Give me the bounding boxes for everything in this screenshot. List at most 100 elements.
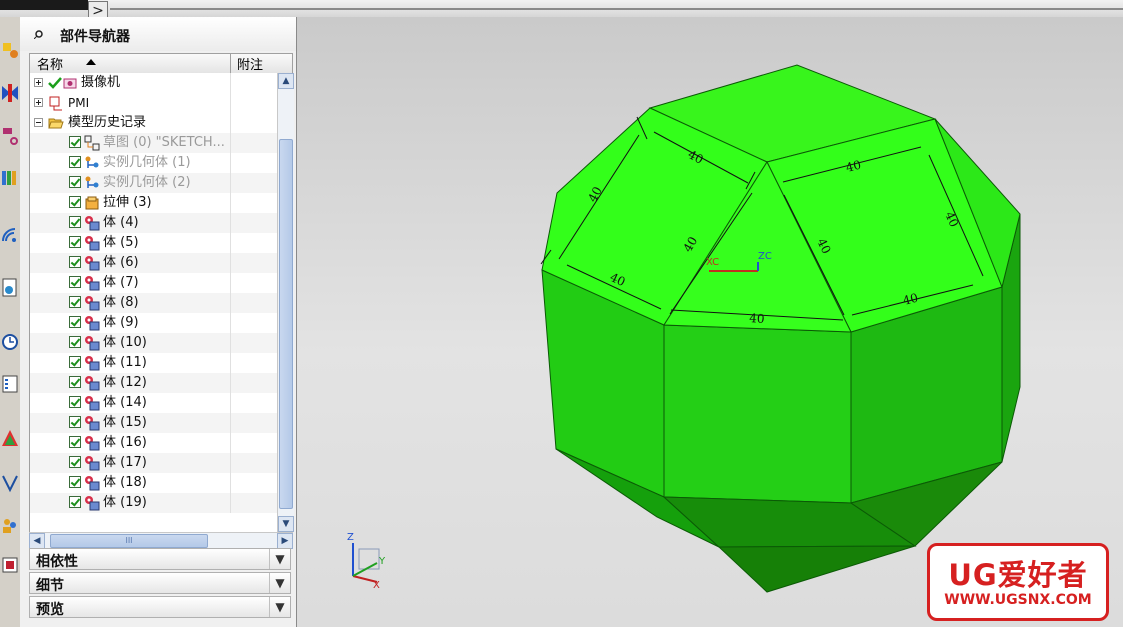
column-separator bbox=[230, 373, 231, 393]
scroll-thumb[interactable]: III bbox=[50, 534, 208, 548]
tree-row-body[interactable]: 体 (10) bbox=[30, 333, 278, 353]
tree-row-body[interactable]: 体 (12) bbox=[30, 373, 278, 393]
visibility-checkbox[interactable] bbox=[69, 456, 81, 468]
section-label: 细节 bbox=[36, 578, 64, 594]
visibility-checkbox[interactable] bbox=[69, 276, 81, 288]
pin-icon[interactable] bbox=[34, 29, 44, 39]
graphics-window[interactable]: 40 40 40 40 40 40 40 40 40 XC ZC Z Y X bbox=[297, 17, 1123, 627]
visibility-checkbox[interactable] bbox=[69, 336, 81, 348]
tree-row-instance-geometry-2[interactable]: 实例几何体 (2) bbox=[30, 173, 278, 193]
body-icon bbox=[85, 396, 100, 411]
chevron-down-icon[interactable]: ▼ bbox=[269, 573, 290, 593]
tree-row-body[interactable]: 体 (4) bbox=[30, 213, 278, 233]
list-icon[interactable] bbox=[1, 373, 19, 395]
visibility-checkbox[interactable] bbox=[69, 196, 81, 208]
visibility-checkbox[interactable] bbox=[69, 436, 81, 448]
visibility-checkbox[interactable] bbox=[69, 416, 81, 428]
tree-row-model-history[interactable]: 模型历史记录 bbox=[30, 113, 278, 133]
tree-row-pmi[interactable]: PMI bbox=[30, 93, 278, 113]
body-icon bbox=[85, 436, 100, 451]
visibility-checkbox[interactable] bbox=[69, 396, 81, 408]
tree-row-label: 体 (15) bbox=[103, 415, 147, 430]
pmi-icon bbox=[49, 96, 62, 111]
tree-row-label: 体 (16) bbox=[103, 435, 147, 450]
scroll-thumb[interactable] bbox=[279, 139, 293, 509]
tree-row-body[interactable]: 体 (14) bbox=[30, 393, 278, 413]
tree-row-sketch[interactable]: 草图 (0) "SKETCH... bbox=[30, 133, 278, 153]
collapse-icon[interactable] bbox=[34, 118, 43, 127]
model-view[interactable]: 40 40 40 40 40 40 40 40 40 XC ZC Z Y X bbox=[297, 17, 1123, 627]
tree-row-body[interactable]: 体 (7) bbox=[30, 273, 278, 293]
tree-row-body[interactable]: 体 (18) bbox=[30, 473, 278, 493]
visibility-checkbox[interactable] bbox=[69, 356, 81, 368]
scroll-right-icon[interactable]: ▶ bbox=[277, 533, 293, 549]
tree-row-body[interactable]: 体 (8) bbox=[30, 293, 278, 313]
tree-row-extrude[interactable]: 拉伸 (3) bbox=[30, 193, 278, 213]
column-separator bbox=[230, 73, 231, 93]
clock-icon[interactable] bbox=[1, 331, 19, 353]
tree-row-body[interactable]: 体 (16) bbox=[30, 433, 278, 453]
visibility-checkbox[interactable] bbox=[69, 496, 81, 508]
column-separator bbox=[230, 133, 231, 153]
visibility-checkbox[interactable] bbox=[69, 176, 81, 188]
scroll-up-icon[interactable]: ▲ bbox=[278, 73, 294, 89]
tree-row-body[interactable]: 体 (19) bbox=[30, 493, 278, 513]
watermark-brand: UG爱好者 bbox=[948, 558, 1088, 592]
preview-section[interactable]: 预览 ▼ bbox=[29, 596, 291, 618]
body-icon bbox=[85, 356, 100, 371]
visibility-checkbox[interactable] bbox=[69, 236, 81, 248]
model-face-bottom-base bbox=[717, 545, 916, 593]
assembly-navigator-icon[interactable] bbox=[1, 39, 19, 61]
section-label: 相依性 bbox=[36, 554, 78, 570]
tree-row-body[interactable]: 体 (5) bbox=[30, 233, 278, 253]
color-palette-icon[interactable] bbox=[1, 427, 19, 449]
check-mark-icon bbox=[48, 77, 62, 89]
system-scene-icon[interactable] bbox=[1, 554, 19, 576]
visibility-checkbox[interactable] bbox=[69, 256, 81, 268]
visibility-checkbox[interactable] bbox=[69, 296, 81, 308]
part-navigator-icon[interactable] bbox=[1, 125, 19, 147]
navigator-title: 部件导航器 bbox=[60, 29, 130, 45]
tree-row-label: 体 (11) bbox=[103, 355, 147, 370]
column-separator bbox=[230, 93, 231, 113]
visibility-checkbox[interactable] bbox=[69, 476, 81, 488]
tree-row-label: 拉伸 (3) bbox=[103, 195, 152, 210]
tree-row-body[interactable]: 体 (9) bbox=[30, 313, 278, 333]
tree-row-camera[interactable]: 摄像机 bbox=[30, 73, 278, 93]
column-divider[interactable] bbox=[230, 54, 231, 73]
column-note[interactable]: 附注 bbox=[237, 54, 263, 73]
scroll-down-icon[interactable]: ▼ bbox=[278, 516, 294, 532]
visibility-checkbox[interactable] bbox=[69, 316, 81, 328]
tree-row-label: 体 (9) bbox=[103, 315, 139, 330]
tree-row-body[interactable]: 体 (6) bbox=[30, 253, 278, 273]
visibility-checkbox[interactable] bbox=[69, 216, 81, 228]
expand-icon[interactable] bbox=[34, 78, 43, 87]
scroll-left-icon[interactable]: ◀ bbox=[29, 533, 45, 549]
tree-row-body[interactable]: 体 (17) bbox=[30, 453, 278, 473]
reuse-library-icon[interactable] bbox=[1, 167, 19, 189]
tree-horizontal-scrollbar[interactable]: ◀ III ▶ bbox=[29, 532, 293, 549]
tree-row-label: 体 (17) bbox=[103, 455, 147, 470]
history-icon[interactable] bbox=[1, 277, 19, 299]
column-separator bbox=[230, 293, 231, 313]
measure-icon[interactable] bbox=[1, 472, 19, 494]
triad-y-label: Y bbox=[378, 556, 386, 567]
details-section[interactable]: 细节 ▼ bbox=[29, 572, 291, 594]
dependencies-section[interactable]: 相依性 ▼ bbox=[29, 548, 291, 570]
tree-row-instance-geometry-1[interactable]: 实例几何体 (1) bbox=[30, 153, 278, 173]
visibility-checkbox[interactable] bbox=[69, 156, 81, 168]
web-browser-icon[interactable] bbox=[1, 223, 19, 245]
navigator-header: 部件导航器 bbox=[20, 17, 296, 51]
roles-icon[interactable] bbox=[1, 514, 19, 536]
column-name[interactable]: 名称 bbox=[37, 54, 63, 73]
chevron-down-icon[interactable]: ▼ bbox=[269, 549, 290, 569]
constraint-navigator-icon[interactable] bbox=[1, 82, 19, 104]
chevron-down-icon[interactable]: ▼ bbox=[269, 597, 290, 617]
tree-row-body[interactable]: 体 (15) bbox=[30, 413, 278, 433]
visibility-checkbox[interactable] bbox=[69, 376, 81, 388]
tree-row-body[interactable]: 体 (11) bbox=[30, 353, 278, 373]
tree-row-label: 体 (14) bbox=[103, 395, 147, 410]
visibility-checkbox[interactable] bbox=[69, 136, 81, 148]
expand-icon[interactable] bbox=[34, 98, 43, 107]
tree-vertical-scrollbar[interactable]: ▲ ▼ bbox=[277, 73, 294, 532]
